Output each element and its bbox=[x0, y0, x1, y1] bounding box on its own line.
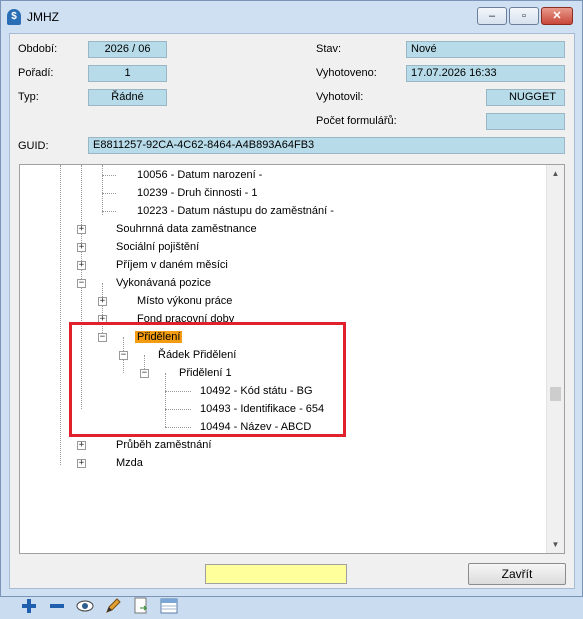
tree-guide-line bbox=[102, 165, 103, 215]
expand-icon[interactable]: + bbox=[98, 297, 107, 306]
pencil-icon bbox=[106, 598, 121, 613]
minimize-icon: – bbox=[488, 10, 496, 22]
app-icon: $ bbox=[7, 9, 21, 25]
scroll-thumb[interactable] bbox=[550, 387, 561, 401]
tree-guide-line bbox=[102, 175, 116, 176]
vyhotovil-field[interactable]: NUGGET bbox=[486, 89, 565, 106]
tree-item-vykonavana-pozice[interactable]: Vykonávaná pozice bbox=[116, 275, 211, 291]
tree-item-datum-nastupu[interactable]: 10223 - Datum nástupu do zaměstnání - bbox=[137, 203, 334, 219]
tree-item-druh-cinnosti[interactable]: 10239 - Druh činnosti - 1 bbox=[137, 185, 257, 201]
search-input[interactable] bbox=[205, 564, 347, 584]
tree-guide-line bbox=[102, 193, 116, 194]
tree-item-prijem[interactable]: Příjem v daném měsíci bbox=[116, 257, 228, 273]
eye-icon bbox=[76, 600, 94, 612]
minus-icon bbox=[50, 604, 64, 608]
scroll-up-icon[interactable]: ▲ bbox=[547, 165, 564, 182]
title-bar[interactable]: $ JMHZ – ▫ ✕ bbox=[1, 1, 582, 33]
tree-guide-line bbox=[102, 211, 116, 212]
expand-icon[interactable]: + bbox=[77, 261, 86, 270]
poradi-field[interactable]: 1 bbox=[88, 65, 167, 82]
vyhotoveno-label: Vyhotoveno: bbox=[316, 67, 377, 79]
tree-item-prubeh-zamestnani[interactable]: Průběh zaměstnání bbox=[116, 437, 211, 453]
pocet-formularu-label: Počet formulářů: bbox=[316, 115, 397, 127]
tree-item-misto-vykonu[interactable]: Místo výkonu práce bbox=[137, 293, 232, 309]
expand-icon[interactable]: + bbox=[77, 225, 86, 234]
remove-button[interactable] bbox=[47, 596, 67, 616]
expand-icon[interactable]: + bbox=[77, 459, 86, 468]
window-title: JMHZ bbox=[27, 10, 59, 24]
typ-label: Typ: bbox=[18, 91, 39, 103]
typ-field[interactable]: Řádné bbox=[88, 89, 167, 106]
vyhotoveno-field[interactable]: 17.07.2026 16:33 bbox=[406, 65, 565, 82]
obdobi-label: Období: bbox=[18, 43, 58, 55]
obdobi-field[interactable]: 2026 / 06 bbox=[88, 41, 167, 58]
stav-field[interactable]: Nové bbox=[406, 41, 565, 58]
tree-item-datum-narozeni[interactable]: 10056 - Datum narození - bbox=[137, 167, 262, 183]
plus-icon bbox=[22, 599, 36, 613]
close-icon: ✕ bbox=[552, 10, 562, 22]
scroll-down-icon[interactable]: ▼ bbox=[547, 536, 564, 553]
collapse-icon[interactable]: − bbox=[77, 279, 86, 288]
tree-guide-line bbox=[60, 165, 61, 465]
close-window-button[interactable]: ✕ bbox=[541, 7, 573, 25]
expand-icon[interactable]: + bbox=[77, 441, 86, 450]
maximize-icon: ▫ bbox=[522, 10, 526, 22]
stav-label: Stav: bbox=[316, 43, 342, 55]
tree-item-mzda[interactable]: Mzda bbox=[116, 455, 143, 471]
view-button[interactable] bbox=[75, 596, 95, 616]
guid-field[interactable]: E8811257-92CA-4C62-8464-A4B893A64FB3 bbox=[88, 137, 565, 154]
document-export-icon bbox=[134, 597, 148, 614]
table-icon bbox=[160, 598, 178, 614]
maximize-button[interactable]: ▫ bbox=[509, 7, 539, 25]
tree-item-socialni-pojisteni[interactable]: Sociální pojištění bbox=[116, 239, 199, 255]
pocet-formularu-field[interactable] bbox=[486, 113, 565, 130]
poradi-label: Pořadí: bbox=[18, 67, 54, 79]
export-button[interactable] bbox=[131, 596, 151, 616]
minimize-button[interactable]: – bbox=[477, 7, 507, 25]
add-button[interactable] bbox=[19, 596, 39, 616]
vyhotovil-label: Vyhotovil: bbox=[316, 91, 364, 103]
table-button[interactable] bbox=[159, 596, 179, 616]
edit-button[interactable] bbox=[103, 596, 123, 616]
zavrit-button[interactable]: Zavřít bbox=[468, 563, 566, 585]
expand-icon[interactable]: + bbox=[77, 243, 86, 252]
tree-item-souhrnna-data[interactable]: Souhrnná data zaměstnance bbox=[116, 221, 257, 237]
app-window: $ JMHZ – ▫ ✕ Období: 2026 / 06 Pořadí: 1… bbox=[0, 0, 583, 614]
client-area: Období: 2026 / 06 Pořadí: 1 Typ: Řádné S… bbox=[9, 33, 575, 614]
guid-label: GUID: bbox=[18, 140, 49, 152]
highlight-box bbox=[69, 322, 346, 437]
vertical-scrollbar[interactable]: ▲ ▼ bbox=[546, 165, 564, 553]
